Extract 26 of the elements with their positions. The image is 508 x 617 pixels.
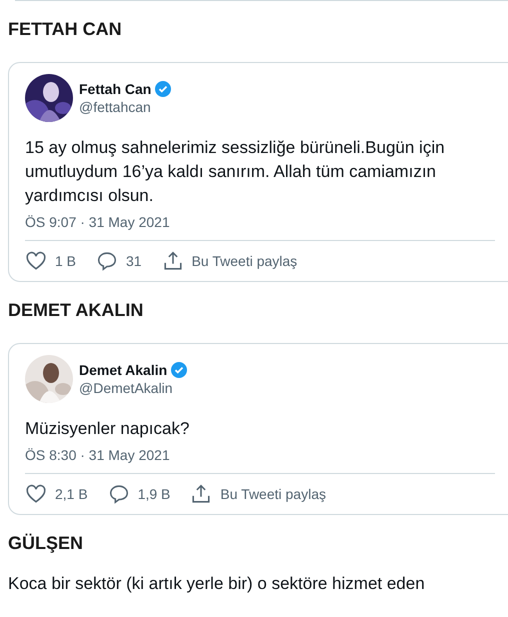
tweet-timestamp[interactable]: ÖS 9:07 · 31 May 2021 (25, 214, 508, 230)
section-heading: GÜLŞEN (8, 533, 84, 554)
tweet-text: Müzisyenler napıcak? (25, 418, 190, 440)
share-button[interactable]: Bu Tweeti paylaş (162, 250, 298, 272)
author-handle[interactable]: @fettahcan (79, 99, 172, 115)
reply-count: 31 (126, 253, 142, 269)
like-count: 2,1 B (55, 486, 88, 502)
tweet-text: yardımcısı olsun. (25, 185, 154, 207)
like-count: 1 B (55, 253, 76, 269)
author-handle[interactable]: @DemetAkalin (79, 380, 188, 396)
tweet-text: 15 ay olmuş sahnelerimiz sessizliğe bürüneli.Bugün için (25, 137, 445, 159)
paragraph-text: Koca bir sektör (ki artık yerle bir) o sektöre hizmet eden (8, 574, 425, 594)
author-name[interactable]: Fettah Can (79, 81, 152, 97)
reply-count: 1,9 B (138, 486, 170, 502)
share-icon (162, 250, 184, 272)
tweet-timestamp[interactable]: ÖS 8:30 · 31 May 2021 (25, 447, 508, 463)
section-heading: DEMET AKALIN (8, 300, 144, 321)
comment-icon[interactable] (108, 483, 130, 505)
comment-icon[interactable] (96, 250, 118, 272)
heart-icon[interactable] (25, 483, 47, 505)
tweet-text: umutluydum 16’ya kaldı sanırım. Allah tüm camiamızın (25, 161, 436, 183)
heart-icon[interactable] (25, 250, 47, 272)
section-heading: FETTAH CAN (8, 19, 123, 40)
share-button[interactable]: Bu Tweeti paylaş (190, 483, 326, 505)
share-icon (190, 483, 212, 505)
author-name[interactable]: Demet Akalin (79, 362, 168, 378)
